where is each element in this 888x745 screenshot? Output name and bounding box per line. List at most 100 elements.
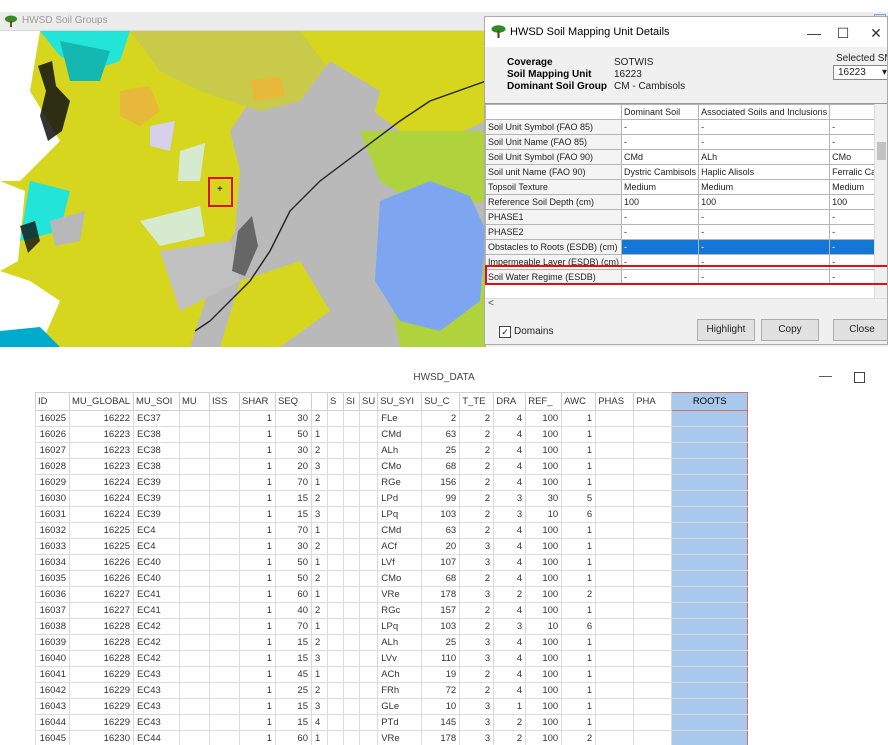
table-cell[interactable] bbox=[343, 586, 360, 603]
attribute-table[interactable]: Dominant Soil Associated Soils and Inclu… bbox=[485, 103, 887, 312]
table-cell[interactable]: ACh bbox=[377, 666, 423, 683]
table-cell[interactable]: 110 bbox=[421, 650, 461, 667]
table-cell[interactable]: EC4 bbox=[133, 538, 180, 555]
table-cell[interactable]: 2 bbox=[459, 666, 495, 683]
attribute-row[interactable]: Reference Soil Depth (cm) 100 100 100 bbox=[485, 194, 887, 210]
table-cell[interactable] bbox=[358, 650, 379, 667]
table-cell[interactable] bbox=[327, 426, 344, 443]
table-cell[interactable] bbox=[595, 618, 635, 635]
table-cell[interactable]: 1 bbox=[311, 554, 328, 571]
table-cell[interactable]: 20 bbox=[421, 538, 461, 555]
table-cell[interactable] bbox=[209, 458, 240, 475]
table-cell[interactable]: 3 bbox=[459, 650, 495, 667]
table-cell[interactable]: CMd bbox=[377, 426, 423, 443]
table-cell[interactable]: 16026 bbox=[35, 426, 70, 443]
minimize-icon[interactable]: — bbox=[801, 23, 827, 43]
table-cell[interactable]: 3 bbox=[459, 554, 495, 571]
table-cell[interactable]: 1 bbox=[561, 522, 597, 539]
table-cell[interactable] bbox=[633, 634, 673, 651]
table-cell[interactable]: EC39 bbox=[133, 474, 180, 491]
table-cell[interactable]: 1 bbox=[239, 666, 276, 683]
table-cell[interactable] bbox=[209, 618, 240, 635]
table-cell[interactable]: 16032 bbox=[35, 522, 70, 539]
table-cell[interactable] bbox=[209, 554, 240, 571]
table-cell[interactable] bbox=[358, 442, 379, 459]
table-cell[interactable] bbox=[633, 522, 673, 539]
table-cell[interactable]: 4 bbox=[493, 682, 527, 699]
table-cell[interactable] bbox=[633, 538, 673, 555]
table-cell[interactable]: 5 bbox=[561, 490, 597, 507]
table-cell[interactable] bbox=[595, 506, 635, 523]
table-cell[interactable]: 10 bbox=[525, 506, 563, 523]
table-row[interactable]: 16042 16229 EC43 1 25 2 FRh 72 2 4 100 1 bbox=[35, 682, 749, 699]
table-cell[interactable]: 63 bbox=[421, 426, 461, 443]
table-cell[interactable]: EC44 bbox=[133, 730, 180, 745]
table-cell[interactable] bbox=[327, 634, 344, 651]
table-cell[interactable]: 100 bbox=[525, 586, 563, 603]
table-cell[interactable]: 2 bbox=[311, 682, 328, 699]
table-cell[interactable] bbox=[633, 602, 673, 619]
table-cell[interactable] bbox=[633, 458, 673, 475]
table-cell[interactable]: 16223 bbox=[69, 458, 134, 475]
table-cell[interactable]: 2 bbox=[459, 490, 495, 507]
table-cell[interactable] bbox=[209, 506, 240, 523]
table-cell[interactable] bbox=[179, 554, 210, 571]
table-cell[interactable]: 16027 bbox=[35, 442, 70, 459]
table-cell[interactable] bbox=[179, 442, 210, 459]
table-cell[interactable]: 16228 bbox=[69, 618, 134, 635]
table-cell[interactable] bbox=[209, 650, 240, 667]
vertical-scrollbar[interactable] bbox=[874, 104, 887, 299]
table-cell[interactable]: 2 bbox=[493, 714, 527, 731]
table-row[interactable]: 16043 16229 EC43 1 15 3 GLe 10 3 1 100 1 bbox=[35, 698, 749, 715]
table-cell[interactable]: 30 bbox=[275, 410, 312, 427]
table-cell[interactable] bbox=[595, 682, 635, 699]
table-cell[interactable]: 4 bbox=[493, 666, 527, 683]
table-cell[interactable] bbox=[358, 714, 379, 731]
roots-cell[interactable] bbox=[671, 538, 749, 555]
table-cell[interactable]: 16035 bbox=[35, 570, 70, 587]
table-cell[interactable] bbox=[633, 554, 673, 571]
table-cell[interactable]: 1 bbox=[311, 474, 328, 491]
table-cell[interactable] bbox=[179, 730, 210, 745]
table-cell[interactable]: 25 bbox=[421, 634, 461, 651]
table-cell[interactable]: 16040 bbox=[35, 650, 70, 667]
table-cell[interactable] bbox=[343, 458, 360, 475]
table-cell[interactable] bbox=[179, 650, 210, 667]
table-cell[interactable] bbox=[179, 474, 210, 491]
table-cell[interactable]: CMo bbox=[377, 458, 423, 475]
table-cell[interactable] bbox=[343, 426, 360, 443]
table-cell[interactable]: 16229 bbox=[69, 682, 134, 699]
table-cell[interactable]: 4 bbox=[493, 442, 527, 459]
table-cell[interactable] bbox=[633, 666, 673, 683]
table-cell[interactable]: 2 bbox=[459, 602, 495, 619]
table-cell[interactable] bbox=[343, 490, 360, 507]
attribute-value[interactable]: 100 bbox=[621, 194, 700, 210]
table-cell[interactable]: 16039 bbox=[35, 634, 70, 651]
attribute-value[interactable]: - bbox=[621, 119, 700, 135]
table-cell[interactable]: 178 bbox=[421, 586, 461, 603]
table-cell[interactable] bbox=[358, 634, 379, 651]
table-cell[interactable]: 16225 bbox=[69, 538, 134, 555]
table-cell[interactable]: 1 bbox=[239, 602, 276, 619]
column-header[interactable]: SU bbox=[358, 392, 379, 411]
attribute-value[interactable]: - bbox=[698, 239, 831, 255]
table-cell[interactable] bbox=[633, 714, 673, 731]
table-cell[interactable]: EC38 bbox=[133, 458, 180, 475]
table-cell[interactable]: EC4 bbox=[133, 522, 180, 539]
close-button[interactable]: Close bbox=[833, 319, 887, 341]
table-row[interactable]: 16029 16224 EC39 1 70 1 RGe 156 2 4 100 1 bbox=[35, 474, 749, 491]
table-cell[interactable]: 3 bbox=[459, 730, 495, 745]
table-cell[interactable] bbox=[595, 698, 635, 715]
table-cell[interactable]: EC43 bbox=[133, 698, 180, 715]
table-cell[interactable] bbox=[327, 650, 344, 667]
table-cell[interactable]: 2 bbox=[459, 458, 495, 475]
table-cell[interactable]: 3 bbox=[311, 506, 328, 523]
table-cell[interactable] bbox=[209, 538, 240, 555]
table-cell[interactable]: 1 bbox=[239, 490, 276, 507]
table-cell[interactable]: 1 bbox=[239, 570, 276, 587]
table-cell[interactable] bbox=[179, 490, 210, 507]
table-cell[interactable]: 16229 bbox=[69, 698, 134, 715]
table-cell[interactable] bbox=[327, 666, 344, 683]
attribute-value[interactable]: - bbox=[698, 119, 831, 135]
table-cell[interactable]: 1 bbox=[239, 730, 276, 745]
